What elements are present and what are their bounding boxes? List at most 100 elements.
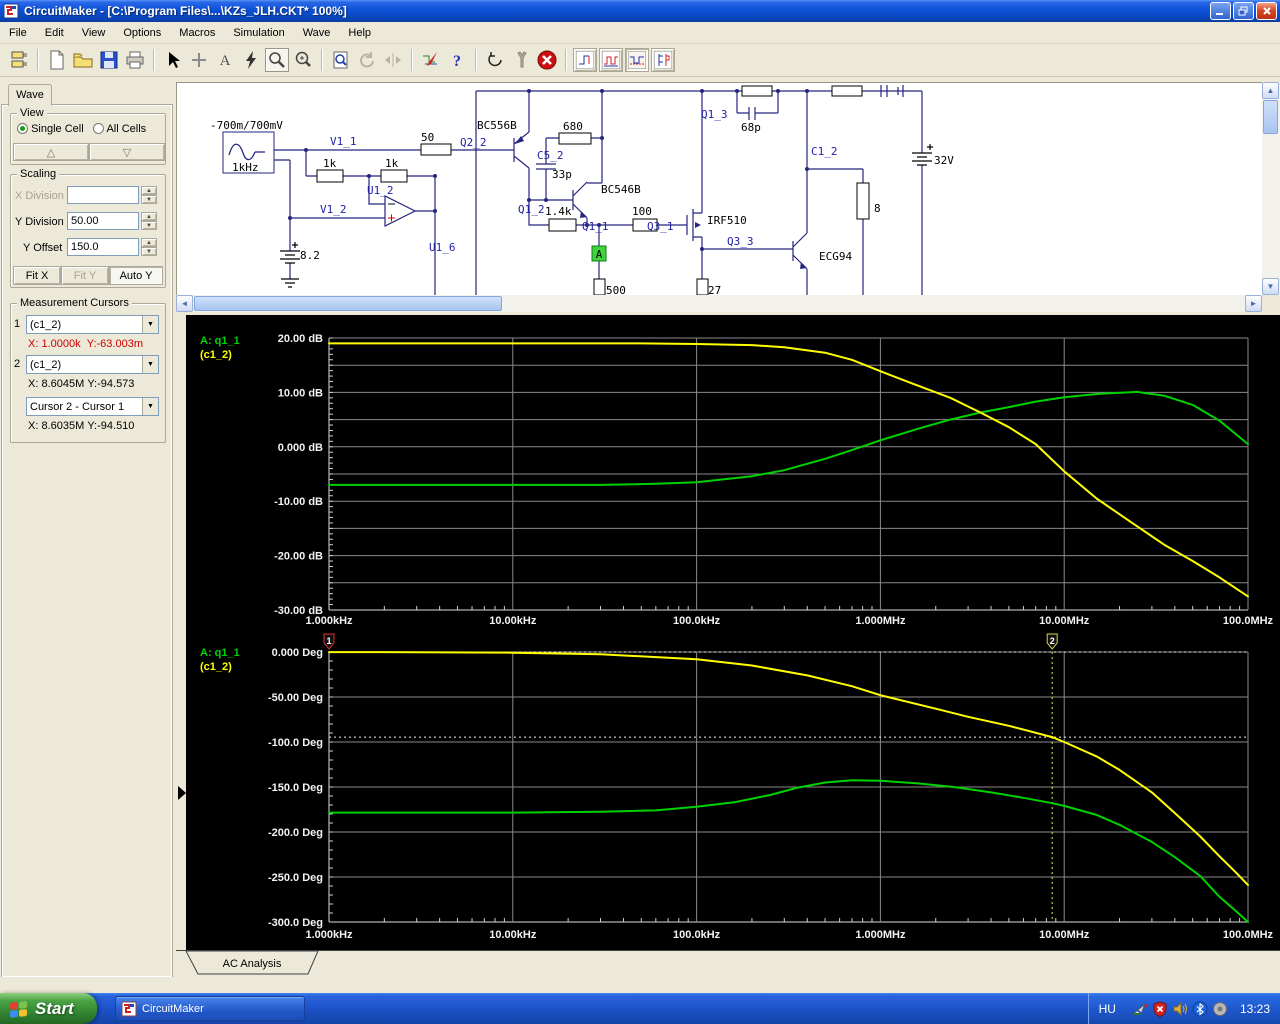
svg-text:100.0kHz: 100.0kHz [673, 615, 721, 627]
zoom-tool-button[interactable] [291, 48, 315, 72]
fit-x-button[interactable]: Fit X [13, 266, 61, 285]
rotate-button[interactable] [355, 48, 379, 72]
y-offset-input[interactable]: 150.0 [67, 238, 139, 256]
wire-tool-button[interactable] [187, 48, 211, 72]
spin-up-icon[interactable]: ▲ [141, 238, 157, 247]
toolbar-separator [565, 49, 567, 71]
cell-up-button[interactable]: △ [13, 143, 89, 161]
scroll-right-icon[interactable]: ► [1245, 295, 1262, 312]
cursor1-signal-select[interactable]: (c1_2) ▼ [26, 315, 159, 334]
fit-y-button[interactable]: Fit Y [61, 266, 109, 285]
single-cell-radio[interactable]: Single Cell [17, 123, 84, 135]
new-document-button[interactable] [45, 48, 69, 72]
mirror-button[interactable] [381, 48, 405, 72]
menu-simulation[interactable]: Simulation [224, 24, 293, 42]
scroll-down-icon[interactable]: ▼ [1262, 278, 1279, 295]
schematic-value-label: ECG94 [819, 250, 852, 263]
tab-ac-analysis[interactable]: AC Analysis [182, 951, 352, 977]
taskbar-clock[interactable]: 13:23 [1240, 1002, 1270, 1016]
vscroll-thumb[interactable] [1263, 100, 1278, 134]
menu-help[interactable]: Help [339, 24, 380, 42]
waveform-view-2-button[interactable] [599, 48, 623, 72]
open-folder-button[interactable] [71, 48, 95, 72]
menu-wave[interactable]: Wave [294, 24, 340, 42]
menu-macros[interactable]: Macros [170, 24, 224, 42]
waveform-view-4-button[interactable] [651, 48, 675, 72]
resistor-symbols[interactable] [316, 85, 870, 296]
arrow-tool-button[interactable] [161, 48, 185, 72]
stop-simulation-button[interactable] [535, 48, 559, 72]
options-wrench-button[interactable] [509, 48, 533, 72]
start-label: Start [35, 998, 74, 1018]
audio-device-icon[interactable] [1212, 1001, 1228, 1017]
tab-wave[interactable]: Wave [8, 84, 52, 106]
splitter-arrow-icon[interactable] [178, 786, 186, 800]
browse-components-button[interactable] [7, 48, 31, 72]
help-button[interactable]: ? [445, 48, 469, 72]
all-cells-radio[interactable]: All Cells [93, 123, 146, 135]
svg-text:-150.0 Deg: -150.0 Deg [268, 782, 323, 794]
scroll-up-icon[interactable]: ▲ [1262, 82, 1279, 99]
language-indicator[interactable]: HU [1099, 1002, 1116, 1016]
scrollbar-corner [1262, 295, 1280, 312]
svg-text:-250.0 Deg: -250.0 Deg [268, 872, 323, 884]
menu-file[interactable]: File [0, 24, 36, 42]
start-button[interactable]: Start [0, 993, 97, 1024]
save-button[interactable] [97, 48, 121, 72]
menu-options[interactable]: Options [114, 24, 170, 42]
spin-up-icon[interactable]: ▲ [141, 212, 157, 221]
waveform-view-1-button[interactable] [573, 48, 597, 72]
y-offset-label: Y Offset [23, 242, 63, 254]
security-shield-icon[interactable] [1152, 1000, 1168, 1017]
minimize-button[interactable] [1210, 2, 1231, 20]
auto-y-button[interactable]: Auto Y [109, 266, 163, 285]
toolbar: A ? [0, 44, 1280, 77]
cursor-diff-select[interactable]: Cursor 2 - Cursor 1 ▼ [26, 397, 159, 416]
y-division-spinner[interactable]: ▲ ▼ [141, 212, 157, 230]
digital-analog-switch-button[interactable] [419, 48, 443, 72]
spin-down-icon[interactable]: ▼ [141, 247, 157, 256]
dropdown-arrow-icon[interactable]: ▼ [142, 356, 158, 373]
reset-button[interactable] [483, 48, 507, 72]
menu-edit[interactable]: Edit [36, 24, 73, 42]
svg-text:100.0kHz: 100.0kHz [673, 929, 721, 941]
spin-down-icon[interactable]: ▼ [141, 221, 157, 230]
bluetooth-icon[interactable] [1192, 1001, 1208, 1017]
spin-up-icon[interactable]: ▲ [141, 186, 157, 195]
x-division-input[interactable] [67, 186, 139, 204]
radio-icon[interactable] [93, 123, 104, 134]
dropdown-arrow-icon[interactable]: ▼ [142, 398, 158, 415]
taskbar-circuitmaker-button[interactable]: CircuitMaker [115, 996, 305, 1021]
radio-icon[interactable] [17, 123, 28, 134]
schematic-net-label: U1_2 [367, 184, 394, 197]
schematic-hscrollbar[interactable]: ◄ ► [176, 295, 1262, 312]
text-tool-button[interactable]: A [213, 48, 237, 72]
svg-text:-300.0 Deg: -300.0 Deg [268, 917, 323, 929]
probe-tool-button[interactable] [265, 48, 289, 72]
restore-button[interactable] [1233, 2, 1254, 20]
print-button[interactable] [123, 48, 147, 72]
y-division-input[interactable]: 50.00 [67, 212, 139, 230]
opamp-sym[interactable] [384, 195, 417, 227]
cursor2-signal-select[interactable]: (c1_2) ▼ [26, 355, 159, 374]
zoom-window-button[interactable] [329, 48, 353, 72]
dropdown-arrow-icon[interactable]: ▼ [142, 316, 158, 333]
waveform-view-3-button[interactable] [625, 48, 649, 72]
menu-view[interactable]: View [73, 24, 115, 42]
volume-icon[interactable] [1172, 1001, 1188, 1017]
hscroll-thumb[interactable] [194, 296, 502, 311]
cell-down-button[interactable]: ▽ [89, 143, 165, 161]
tablet-pen-icon[interactable] [1131, 1001, 1148, 1017]
y-offset-spinner[interactable]: ▲ ▼ [141, 238, 157, 256]
schematic-vscrollbar[interactable]: ▲ ▼ [1262, 82, 1280, 295]
system-tray: HU 13:23 [1087, 993, 1280, 1024]
scroll-left-icon[interactable]: ◄ [176, 295, 193, 312]
x-division-spinner[interactable]: ▲ ▼ [141, 186, 157, 204]
close-button[interactable] [1256, 2, 1277, 20]
cursors-group-title: Measurement Cursors [17, 297, 132, 309]
delete-tool-button[interactable] [239, 48, 263, 72]
schematic-canvas[interactable]: A -700m/700mV 1kHz 50 1k 1k BC556B 680 33p BC546… [176, 82, 1262, 297]
spin-down-icon[interactable]: ▼ [141, 195, 157, 204]
waveform-panel[interactable]: 20.00 dB 10.00 dB 0.000 dB -10.00 dB -20.00 … [186, 315, 1280, 950]
svg-text:-100.0 Deg: -100.0 Deg [268, 737, 323, 749]
